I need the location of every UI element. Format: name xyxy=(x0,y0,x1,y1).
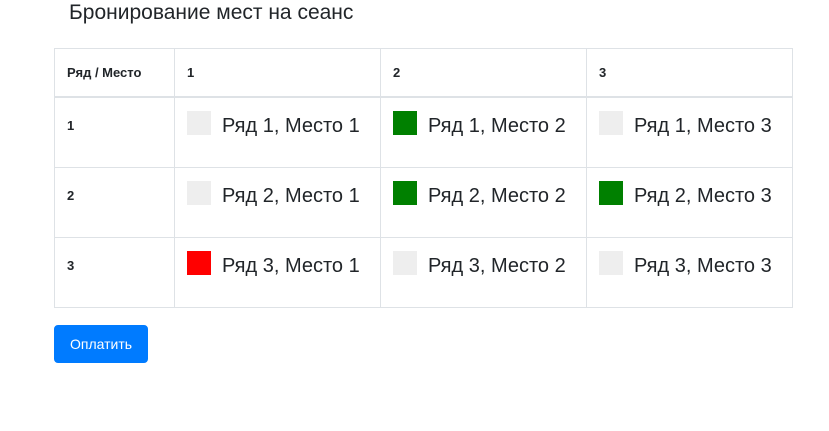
table-row: 3 Ряд 3, Место 1 Ряд 3, Место 2 Ряд 3, М… xyxy=(54,236,793,308)
corner-header: Ряд / Место xyxy=(54,48,175,98)
seat-cell: Ряд 3, Место 1 xyxy=(174,236,381,308)
seat-option[interactable]: Ряд 1, Место 3 xyxy=(599,111,792,142)
seat-option[interactable]: Ряд 2, Место 3 xyxy=(599,180,792,212)
pay-button[interactable]: Оплатить xyxy=(54,325,148,363)
seat-option[interactable]: Ряд 1, Место 1 xyxy=(187,111,380,142)
seat-option[interactable]: Ряд 3, Место 3 xyxy=(599,250,792,282)
seat-option[interactable]: Ряд 1, Место 2 xyxy=(393,111,586,142)
seat-cell: Ряд 1, Место 1 xyxy=(174,96,381,168)
seat-label: Ряд 1, Место 3 xyxy=(634,115,772,137)
seat-option[interactable]: Ряд 2, Место 2 xyxy=(393,180,586,212)
seat-label: Ряд 3, Место 2 xyxy=(428,254,566,277)
row-header: 3 xyxy=(54,236,175,308)
seat-status-box[interactable] xyxy=(187,180,211,205)
seat-cell: Ряд 2, Место 2 xyxy=(380,166,587,238)
seat-cell: Ряд 3, Место 3 xyxy=(586,236,793,308)
table-row: 1 Ряд 1, Место 1 Ряд 1, Место 2 Ряд 1, М… xyxy=(54,96,793,168)
row-header: 1 xyxy=(54,96,175,168)
seat-table: Ряд / Место 1 2 3 1 Ряд 1, Место 1 Ряд 1… xyxy=(54,48,793,308)
seat-label: Ряд 2, Место 2 xyxy=(428,184,566,207)
seat-status-box[interactable] xyxy=(393,111,417,135)
seat-label: Ряд 3, Место 3 xyxy=(634,254,772,277)
seat-cell: Ряд 2, Место 1 xyxy=(174,166,381,238)
seat-status-box[interactable] xyxy=(187,250,211,275)
seat-label: Ряд 2, Место 3 xyxy=(634,184,772,207)
seat-option[interactable]: Ряд 3, Место 1 xyxy=(187,250,380,282)
seat-cell: Ряд 2, Место 3 xyxy=(586,166,793,238)
seat-label: Ряд 2, Место 1 xyxy=(222,184,360,207)
seat-status-box[interactable] xyxy=(393,180,417,205)
seat-cell: Ряд 1, Место 2 xyxy=(380,96,587,168)
seat-status-box[interactable] xyxy=(393,250,417,275)
page-title: Бронирование мест на сеанс xyxy=(69,1,354,24)
seat-status-box[interactable] xyxy=(599,180,623,205)
seat-status-box[interactable] xyxy=(599,111,623,135)
seat-option[interactable]: Ряд 3, Место 2 xyxy=(393,250,586,282)
seat-status-box[interactable] xyxy=(187,111,211,135)
seat-label: Ряд 1, Место 1 xyxy=(222,115,360,137)
column-header-seat-1: 1 xyxy=(174,48,381,98)
seat-cell: Ряд 1, Место 3 xyxy=(586,96,793,168)
table-row: 2 Ряд 2, Место 1 Ряд 2, Место 2 Ряд 2, М… xyxy=(54,166,793,238)
row-header: 2 xyxy=(54,166,175,238)
column-header-seat-2: 2 xyxy=(380,48,587,98)
seat-cell: Ряд 3, Место 2 xyxy=(380,236,587,308)
header-row: Ряд / Место 1 2 3 xyxy=(54,48,793,98)
seat-status-box[interactable] xyxy=(599,250,623,275)
seat-label: Ряд 3, Место 1 xyxy=(222,254,360,277)
seat-label: Ряд 1, Место 2 xyxy=(428,115,566,137)
seat-option[interactable]: Ряд 2, Место 1 xyxy=(187,180,380,212)
column-header-seat-3: 3 xyxy=(586,48,793,98)
